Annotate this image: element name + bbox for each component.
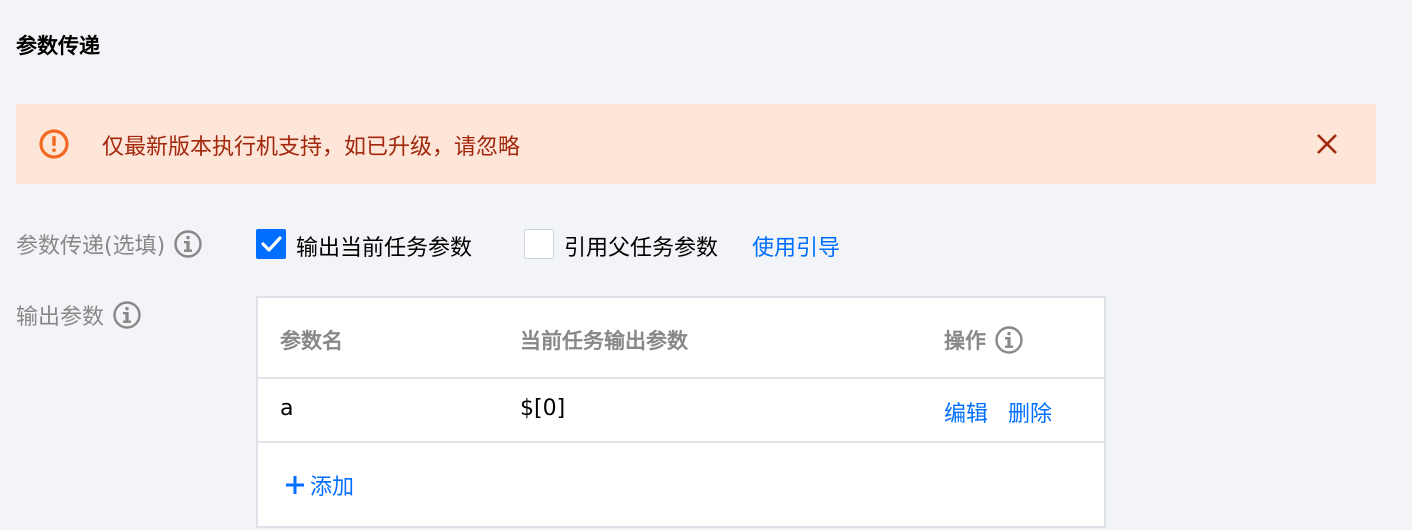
checkmark-icon (261, 236, 282, 252)
output-current-label[interactable]: 输出当前任务参数 (296, 230, 472, 262)
output-params-label-row: 输出参数 (16, 299, 142, 331)
info-icon[interactable] (173, 229, 203, 259)
table-header: 参数名 当前任务输出参数 操作 (258, 298, 1104, 379)
add-row: 添加 (258, 443, 1104, 526)
param-value-cell: $[0] (520, 396, 566, 421)
warning-circle-icon (39, 129, 69, 159)
info-icon[interactable] (994, 325, 1024, 355)
column-header-actions: 操作 (944, 329, 986, 353)
table-row: a $[0] 编辑 删除 (258, 379, 1104, 443)
edit-button[interactable]: 编辑 (944, 396, 988, 428)
add-param-label: 添加 (310, 475, 355, 500)
add-param-button[interactable]: 添加 (284, 469, 354, 501)
alert-message: 仅最新版本执行机支持，如已升级，请忽略 (102, 135, 521, 160)
param-name-cell: a (280, 396, 294, 421)
output-current-checkbox[interactable] (256, 229, 286, 259)
column-header-output-param: 当前任务输出参数 (520, 329, 688, 353)
close-icon[interactable] (1315, 132, 1339, 156)
output-params-label: 输出参数 (16, 305, 105, 330)
info-icon[interactable] (112, 300, 142, 330)
plus-icon (286, 476, 304, 494)
warning-alert: 仅最新版本执行机支持，如已升级，请忽略 (16, 104, 1376, 184)
output-params-table: 参数名 当前任务输出参数 操作 a $[0] 编辑 删除 添加 (256, 296, 1106, 528)
column-header-actions-row: 操作 (944, 325, 1024, 355)
reference-parent-label[interactable]: 引用父任务参数 (564, 230, 718, 262)
param-passing-label-row: 参数传递(选填) (16, 228, 203, 260)
section-title: 参数传递 (16, 34, 100, 58)
column-header-param-name: 参数名 (280, 329, 343, 353)
delete-button[interactable]: 删除 (1008, 396, 1052, 428)
reference-parent-checkbox[interactable] (524, 229, 554, 259)
param-passing-label: 参数传递(选填) (16, 234, 166, 259)
usage-guide-link[interactable]: 使用引导 (752, 230, 840, 262)
